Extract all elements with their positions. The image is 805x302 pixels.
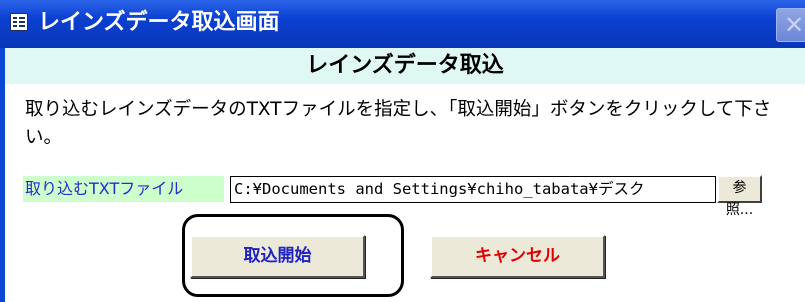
window-left-border <box>0 48 5 302</box>
form-icon <box>10 13 28 31</box>
instruction-text: 取り込むレインズデータのTXTファイルを指定し、「取込開始」ボタンをクリックして… <box>25 99 772 148</box>
title-bar[interactable]: レインズデータ取込画面 ✕ <box>0 0 805 48</box>
browse-button[interactable]: 参照... <box>717 175 762 218</box>
file-path-input[interactable]: C:¥Documents and Settings¥chiho_tabata¥デ… <box>230 176 716 203</box>
header-band: レインズデータ取込 <box>5 48 805 84</box>
page-title: レインズデータ取込 <box>306 53 504 78</box>
cancel-button[interactable]: キャンセル <box>430 235 605 278</box>
dialog-window: レインズデータ取込画面 ✕ レインズデータ取込 取り込むレインズデータのTXTフ… <box>0 0 805 302</box>
window-title: レインズデータ取込画面 <box>38 10 280 35</box>
file-field-label: 取り込むTXTファイル <box>23 176 224 202</box>
close-icon: ✕ <box>784 11 805 39</box>
close-button[interactable]: ✕ <box>776 8 805 42</box>
start-import-button[interactable]: 取込開始 <box>190 235 365 278</box>
